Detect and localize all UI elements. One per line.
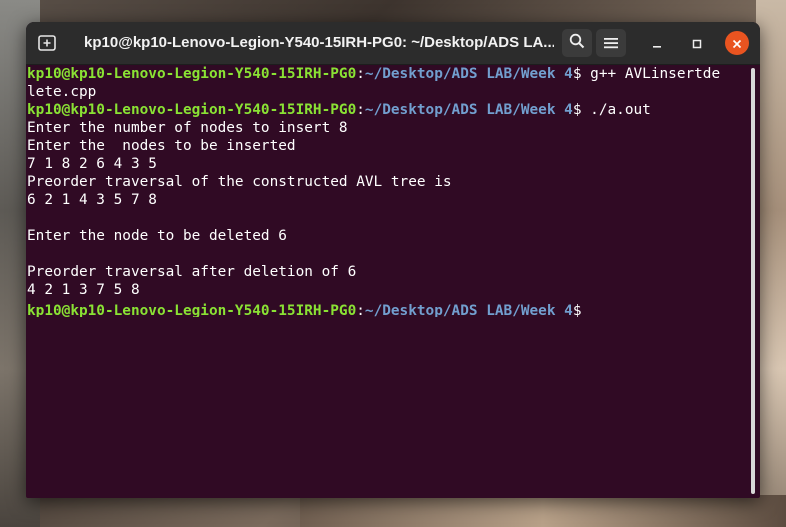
maximize-icon <box>692 34 702 53</box>
terminal-line: 7 1 8 2 6 4 3 5 <box>27 156 157 172</box>
desktop-background-right <box>756 0 786 527</box>
terminal-window: kp10@kp10-Lenovo-Legion-Y540-15IRH-PG0: … <box>26 22 760 498</box>
prompt-user: kp10@kp10-Lenovo-Legion-Y540-15IRH-PG0 <box>27 66 357 82</box>
close-icon <box>732 34 742 53</box>
terminal-line: 4 2 1 3 7 5 8 <box>27 282 140 298</box>
search-button[interactable] <box>562 29 592 57</box>
terminal-line: Preorder traversal of the constructed AV… <box>27 174 452 190</box>
prompt-user: kp10@kp10-Lenovo-Legion-Y540-15IRH-PG0 <box>27 102 357 118</box>
command-text: ./a.out <box>581 102 651 118</box>
prompt-path: ~/Desktop/ADS LAB/Week 4 <box>364 303 573 317</box>
terminal-line: kp10@kp10-Lenovo-Legion-Y540-15IRH-PG0:~… <box>27 299 748 317</box>
close-button[interactable] <box>725 31 749 55</box>
minimize-button[interactable] <box>645 31 669 55</box>
terminal-line: 6 2 1 4 3 5 7 8 <box>27 192 157 208</box>
menu-button[interactable] <box>596 29 626 57</box>
hamburger-menu-icon <box>604 34 618 53</box>
terminal-line: Enter the number of nodes to insert 8 <box>27 120 348 136</box>
maximize-button[interactable] <box>685 31 709 55</box>
terminal-line: kp10@kp10-Lenovo-Legion-Y540-15IRH-PG0:~… <box>27 66 721 82</box>
command-text: g++ AVLinsertde <box>581 66 721 82</box>
terminal-line: kp10@kp10-Lenovo-Legion-Y540-15IRH-PG0:~… <box>27 102 651 118</box>
terminal-cursor <box>582 299 591 315</box>
terminal-line: Enter the node to be deleted 6 <box>27 228 287 244</box>
prompt-path: ~/Desktop/ADS LAB/Week 4 <box>364 102 573 118</box>
terminal-line: lete.cpp <box>27 84 97 100</box>
prompt-path: ~/Desktop/ADS LAB/Week 4 <box>364 66 573 82</box>
terminal-line: Preorder traversal after deletion of 6 <box>27 264 357 280</box>
new-tab-button[interactable] <box>34 30 60 56</box>
prompt-user: kp10@kp10-Lenovo-Legion-Y540-15IRH-PG0 <box>27 303 357 317</box>
title-bar[interactable]: kp10@kp10-Lenovo-Legion-Y540-15IRH-PG0: … <box>26 22 760 65</box>
desktop-background-bottom <box>300 495 786 527</box>
terminal-output[interactable]: kp10@kp10-Lenovo-Legion-Y540-15IRH-PG0:~… <box>26 65 748 498</box>
terminal-line: Enter the nodes to be inserted <box>27 138 296 154</box>
new-tab-icon <box>38 35 56 51</box>
minimize-icon <box>652 34 662 53</box>
scrollbar[interactable] <box>751 68 755 494</box>
search-icon <box>569 33 585 53</box>
window-title: kp10@kp10-Lenovo-Legion-Y540-15IRH-PG0: … <box>84 34 554 51</box>
